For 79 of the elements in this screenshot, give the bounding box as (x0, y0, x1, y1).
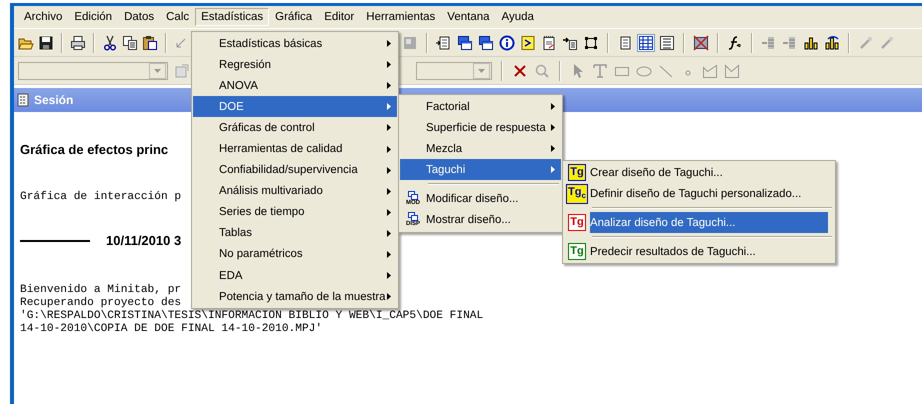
menu-item[interactable]: Taguchi (400, 159, 561, 180)
menu-item[interactable]: No paramétricos (193, 244, 397, 266)
submenu-arrow-icon (387, 146, 391, 153)
menu-item[interactable]: Tg$_{c}$ Definir diseño de Taguchi personalizado... (564, 183, 834, 204)
menu-bar-item[interactable]: Archivo (18, 8, 68, 26)
submenu-arrow-icon (551, 166, 555, 174)
delete-icon[interactable] (512, 62, 528, 78)
taguchi-icon: Tg (568, 243, 586, 260)
menu-item[interactable]: Regresión (193, 54, 397, 76)
menu-bar-item[interactable]: Ventana (441, 8, 496, 26)
taguchi-icon: Tg (568, 214, 586, 232)
menu-bar-item[interactable]: Ayuda (496, 8, 540, 26)
session-title: Sesión (34, 93, 74, 107)
copy-icon[interactable] (122, 34, 138, 50)
menu-item[interactable]: Potencia y tamaño de la muestra (193, 286, 397, 308)
taguchi-icon: Tg$_{c}$ (566, 184, 588, 204)
submenu-arrow-icon (387, 188, 391, 195)
output-text: Recuperando proyecto des (20, 297, 182, 310)
menu-item[interactable]: Series de tiempo (193, 202, 397, 223)
submenu-arrow-icon (387, 250, 391, 258)
menu-item[interactable]: EDA (193, 265, 397, 286)
submenu-arrow-icon (387, 124, 391, 132)
session-icon (16, 93, 30, 107)
submenu-arrow-icon (387, 272, 391, 280)
menu-item[interactable]: Confiabilidad/supervivencia (193, 160, 397, 181)
windows-icon[interactable] (457, 34, 473, 50)
submenu-arrow-icon (387, 166, 391, 174)
submenu-arrow-icon (387, 40, 391, 48)
info-icon[interactable] (499, 34, 515, 50)
submenu-arrow-icon (387, 61, 391, 68)
printer-icon[interactable] (70, 34, 86, 50)
output-text: 14-10-2010\COPIA DE DOE FINAL 14-10-2010.MPJ' (20, 323, 322, 336)
selection-icon[interactable] (583, 34, 599, 50)
menu-item[interactable]: Tg Predecir resultados de Taguchi... (564, 241, 834, 262)
windows-icon[interactable] (478, 34, 494, 50)
output-timestamp: 10/11/2010 3 (106, 233, 182, 248)
submenu-arrow-icon (551, 145, 555, 152)
menu-bar-item[interactable]: Gráfica (269, 8, 318, 26)
submenu-arrow-icon (387, 293, 391, 300)
menu-item[interactable]: ANOVA (193, 75, 397, 96)
menu-item[interactable]: Estadísticas básicas (193, 33, 397, 54)
taguchi-icon: Tg (568, 164, 586, 182)
paste-icon[interactable] (142, 34, 158, 50)
menu-item[interactable]: Mezcla (400, 138, 561, 160)
menu-item[interactable]: Tg Crear diseño de Taguchi... (564, 162, 834, 184)
crossed-window-icon[interactable] (693, 34, 709, 50)
menu-bar-item[interactable]: Datos (118, 8, 160, 26)
list-icon[interactable] (659, 34, 675, 50)
notepad-icon[interactable] (541, 34, 557, 50)
menu-bar-item[interactable]: Herramientas (360, 8, 442, 26)
output-text: 'G:\RESPALDO\CRISTINA\TESIS\INFORMACION BIBLIO Y WEB\I_CAP5\DOE FINAL (20, 310, 484, 322)
bar-chart-icon[interactable] (803, 34, 819, 50)
submenu-arrow-icon (387, 82, 391, 90)
menu-bar-item[interactable]: Estadísticas (195, 8, 270, 26)
menu-item[interactable]: Análisis multivariado (193, 180, 397, 202)
prompt-icon[interactable] (520, 34, 536, 50)
bar-chart-icon[interactable] (824, 34, 840, 50)
submenu-arrow-icon (387, 230, 391, 237)
save-icon[interactable] (38, 34, 54, 50)
output-heading: Gráfica de efectos princ (20, 142, 168, 157)
menu-bar-item[interactable]: Editor (318, 8, 360, 26)
submenu-arrow-icon (387, 103, 391, 110)
output-text: Gráfica de interacción p (20, 191, 182, 204)
menu-bar-item[interactable]: Edición (68, 8, 118, 26)
function-icon[interactable] (727, 34, 743, 50)
menu-item[interactable]: Herramientas de calidad (193, 138, 397, 160)
grid-icon[interactable] (638, 34, 654, 50)
scissors-icon[interactable] (102, 34, 118, 50)
submenu-arrow-icon (551, 124, 555, 132)
menu-bar-item[interactable]: Calc (160, 8, 196, 26)
output-text: Bienvenido a Minitab, pr (20, 284, 182, 296)
arrow-document-icon[interactable] (562, 34, 578, 50)
menu-item[interactable]: Superficie de respuesta (400, 117, 561, 138)
menu-item[interactable]: Tablas (193, 222, 397, 244)
menu-item[interactable]: DOE (193, 96, 397, 118)
menu-item[interactable]: Factorial (400, 96, 561, 118)
submenu-arrow-icon (387, 208, 391, 216)
menu-item[interactable]: Gráficas de control (193, 117, 397, 138)
submenu-arrow-icon (551, 103, 555, 110)
